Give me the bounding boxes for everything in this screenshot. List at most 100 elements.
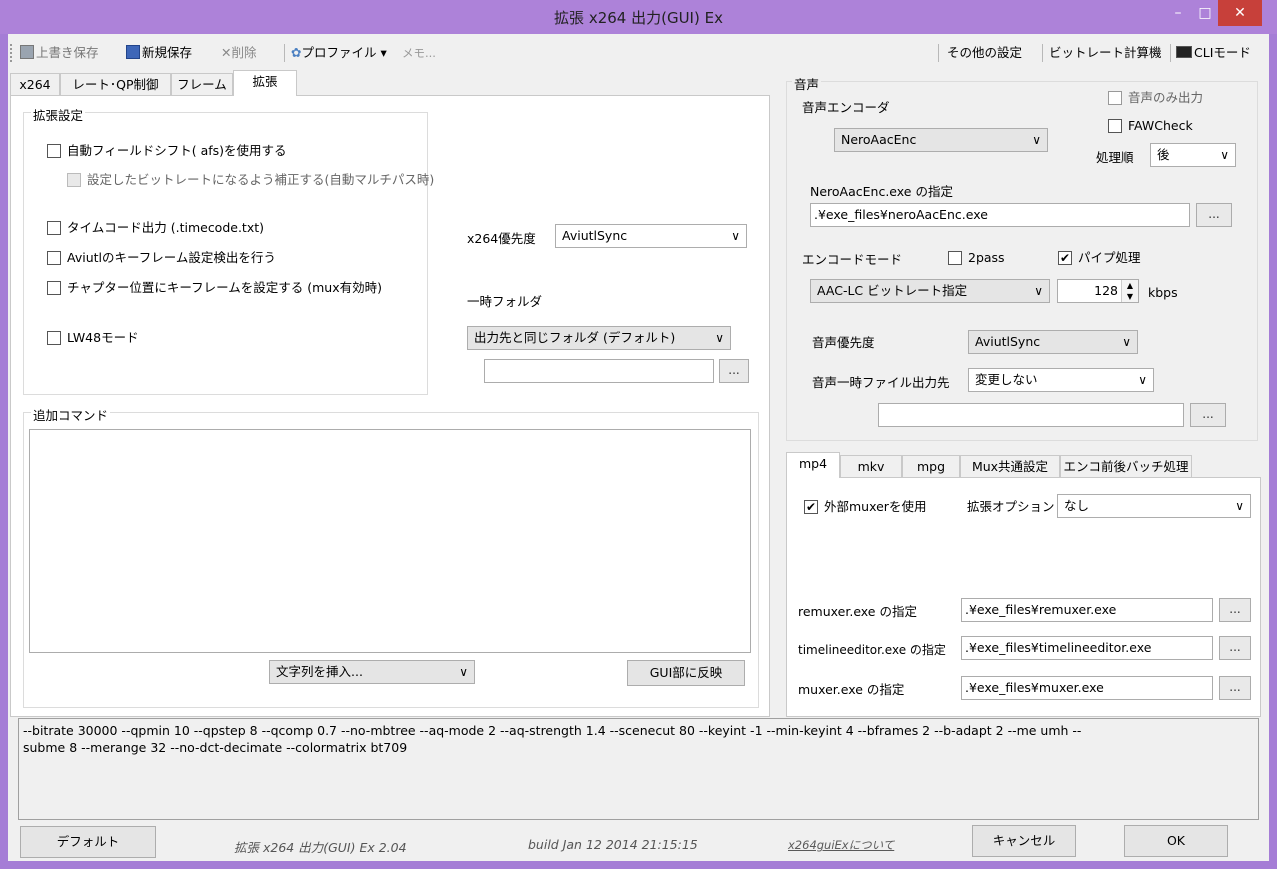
save-new-icon (126, 45, 140, 59)
insert-string-select[interactable]: 文字列を挿入... ∨ (269, 660, 475, 684)
tab-frame[interactable]: フレーム (171, 73, 233, 95)
process-order-label: 処理順 (1096, 150, 1134, 165)
twopass-checkbox[interactable] (948, 251, 962, 265)
mux-tabs: mp4 mkv mpg Mux共通設定 エンコ前後バッチ処理 (786, 452, 1266, 478)
use-external-muxer-label: 外部muxerを使用 (824, 499, 927, 514)
muxer-path-input[interactable]: .¥exe_files¥muxer.exe (961, 676, 1213, 700)
muxer-browse-button[interactable]: ... (1219, 676, 1251, 700)
minimize-button[interactable]: – (1164, 0, 1192, 26)
temp-folder-browse-button[interactable]: ... (719, 359, 749, 383)
audio-priority-select[interactable]: AviutlSync ∨ (968, 330, 1138, 354)
chevron-down-icon: ∨ (1032, 133, 1041, 147)
x264-priority-label: x264優先度 (467, 231, 536, 246)
chevron-down-icon: ∨ (1138, 373, 1147, 387)
twopass-label: 2pass (968, 250, 1005, 265)
chevron-down-icon: ∨ (731, 229, 740, 243)
chevron-down-icon: ∨ (1235, 499, 1244, 513)
timelineeditor-browse-button[interactable]: ... (1219, 636, 1251, 660)
additional-command-textarea[interactable] (29, 429, 751, 653)
audio-temp-out-select[interactable]: 変更しない ∨ (968, 368, 1154, 392)
spinner-arrows-icon[interactable]: ▲ ▼ (1121, 280, 1138, 302)
tab-mp4[interactable]: mp4 (786, 452, 840, 478)
audio-exe-label: NeroAacEnc.exe の指定 (810, 184, 953, 199)
audio-exe-path-input[interactable]: .¥exe_files¥neroAacEnc.exe (810, 203, 1190, 227)
tab-mpg[interactable]: mpg (902, 455, 960, 477)
bitrate-calc-button[interactable]: ビットレート計算機 (1049, 42, 1162, 64)
faw-check-checkbox[interactable] (1108, 119, 1122, 133)
delete-icon: ✕ (221, 45, 232, 60)
default-button[interactable]: デフォルト (20, 826, 156, 858)
audio-temp-out-path-input[interactable] (878, 403, 1184, 427)
gear-icon: ✿ (291, 45, 302, 60)
remuxer-label: remuxer.exe の指定 (798, 604, 917, 619)
toolbar: 上書き保存 新規保存 ✕削除 ✿プロファイル ▾ メモ... その他の設定 ビッ… (8, 38, 1269, 66)
cli-mode-button[interactable]: CLIモード (1176, 42, 1251, 64)
toolbar-separator (284, 44, 285, 62)
faw-check-label: FAWCheck (1128, 118, 1193, 133)
reflect-to-gui-button[interactable]: GUI部に反映 (627, 660, 745, 686)
ok-button[interactable]: OK (1124, 825, 1228, 857)
tab-extension[interactable]: 拡張 (233, 70, 297, 96)
maximize-button[interactable]: □ (1192, 0, 1218, 26)
window-title: 拡張 x264 出力(GUI) Ex (554, 9, 723, 27)
about-link[interactable]: x264guiExについて (788, 837, 894, 853)
audio-temp-out-browse-button[interactable]: ... (1190, 403, 1226, 427)
timecode-checkbox[interactable] (47, 221, 61, 235)
build-label: build Jan 12 2014 21:15:15 (528, 837, 698, 852)
tab-batch[interactable]: エンコ前後バッチ処理 (1060, 455, 1192, 477)
profile-dropdown[interactable]: ✿プロファイル ▾ (291, 42, 387, 64)
tab-rate-qp[interactable]: レート･QP制御 (60, 73, 171, 95)
save-icon (20, 45, 34, 59)
memo-field[interactable]: メモ... (402, 42, 436, 64)
keyframe-detect-label: Aviutlのキーフレーム設定検出を行う (67, 250, 276, 265)
chevron-down-icon: ∨ (1122, 335, 1131, 349)
temp-folder-path-input[interactable] (484, 359, 714, 383)
timecode-label: タイムコード出力 (.timecode.txt) (67, 220, 265, 235)
audio-encoder-label: 音声エンコーダ (802, 100, 890, 115)
remuxer-browse-button[interactable]: ... (1219, 598, 1251, 622)
muxer-label: muxer.exe の指定 (798, 682, 905, 697)
use-external-muxer-checkbox[interactable]: ✔ (804, 500, 818, 514)
encode-mode-label: エンコードモード (802, 252, 903, 267)
mp4-panel: ✔ 外部muxerを使用 拡張オプション なし ∨ remuxer.exe の指定… (786, 477, 1261, 717)
close-button[interactable]: ✕ (1218, 0, 1262, 26)
console-icon (1176, 46, 1192, 58)
toolbar-separator (1170, 44, 1171, 62)
cancel-button[interactable]: キャンセル (972, 825, 1076, 857)
afs-checkbox[interactable] (47, 144, 61, 158)
audio-only-checkbox[interactable] (1108, 91, 1122, 105)
other-settings-button[interactable]: その他の設定 (947, 42, 1022, 64)
ext-option-label: 拡張オプション (967, 499, 1055, 514)
audio-encoder-select[interactable]: NeroAacEnc ∨ (834, 128, 1048, 152)
toolbar-separator (938, 44, 939, 62)
chevron-down-icon: ∨ (459, 665, 468, 679)
x264-priority-select[interactable]: AviutlSync ∨ (555, 224, 747, 248)
pipe-checkbox[interactable]: ✔ (1058, 251, 1072, 265)
command-line-preview[interactable]: --bitrate 30000 --qpmin 10 --qpstep 8 --… (18, 718, 1259, 820)
overwrite-save-button[interactable]: 上書き保存 (20, 42, 99, 64)
delete-button[interactable]: ✕削除 (221, 42, 257, 64)
audio-exe-browse-button[interactable]: ... (1196, 203, 1232, 227)
remuxer-path-input[interactable]: .¥exe_files¥remuxer.exe (961, 598, 1213, 622)
tab-mkv[interactable]: mkv (840, 455, 902, 477)
group-title: 追加コマンド (31, 405, 111, 424)
temp-folder-select[interactable]: 出力先と同じフォルダ (デフォルト) ∨ (467, 326, 731, 350)
new-save-button[interactable]: 新規保存 (126, 42, 192, 64)
tab-x264[interactable]: x264 (10, 73, 60, 95)
encode-mode-select[interactable]: AAC-LC ビットレート指定 ∨ (810, 279, 1050, 303)
audio-temp-out-label: 音声一時ファイル出力先 (812, 375, 950, 390)
main-window: 上書き保存 新規保存 ✕削除 ✿プロファイル ▾ メモ... その他の設定 ビッ… (8, 34, 1269, 861)
afs-correct-checkbox[interactable] (67, 173, 81, 187)
version-label: 拡張 x264 出力(GUI) Ex 2.04 (234, 840, 407, 855)
tab-mux-common[interactable]: Mux共通設定 (960, 455, 1060, 477)
extension-panel: 拡張設定 自動フィールドシフト( afs)を使用する 設定したビットレートになる… (10, 95, 770, 717)
ext-option-select[interactable]: なし ∨ (1057, 494, 1251, 518)
kbps-label: kbps (1148, 285, 1178, 300)
audio-only-label: 音声のみ出力 (1128, 90, 1204, 105)
chapter-keyframe-checkbox[interactable] (47, 281, 61, 295)
keyframe-detect-checkbox[interactable] (47, 251, 61, 265)
lw48-checkbox[interactable] (47, 331, 61, 345)
process-order-select[interactable]: 後 ∨ (1150, 143, 1236, 167)
timelineeditor-label: timelineeditor.exe の指定 (798, 643, 946, 657)
timelineeditor-path-input[interactable]: .¥exe_files¥timelineeditor.exe (961, 636, 1213, 660)
